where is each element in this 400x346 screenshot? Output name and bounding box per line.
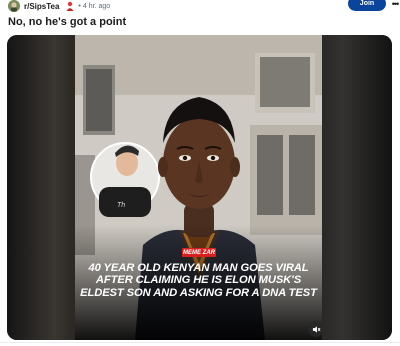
author-avatar-icon[interactable] bbox=[65, 1, 75, 11]
post-media[interactable]: Th MEME ZAR 40 YEAR OLD KENYAN MAN GOES … bbox=[7, 35, 392, 340]
media-blur-left bbox=[7, 35, 75, 340]
post-header: r/SipsTea • 4 hr. ago Join ••• bbox=[8, 0, 399, 12]
more-options-button[interactable]: ••• bbox=[388, 0, 400, 10]
post-image[interactable]: Th MEME ZAR 40 YEAR OLD KENYAN MAN GOES … bbox=[75, 35, 322, 340]
subreddit-name[interactable]: r/SipsTea bbox=[24, 2, 59, 11]
speaker-muted-icon bbox=[312, 325, 320, 333]
post-title[interactable]: No, no he's got a point bbox=[8, 16, 126, 28]
subreddit-avatar-icon bbox=[8, 0, 20, 12]
meme-zar-logo: MEME ZAR bbox=[182, 248, 216, 257]
subreddit-avatar[interactable] bbox=[8, 0, 20, 12]
media-blur-right bbox=[322, 35, 392, 340]
post-divider bbox=[0, 342, 400, 343]
meta-separator: • bbox=[78, 2, 81, 10]
join-button[interactable]: Join bbox=[348, 0, 386, 11]
image-headline: 40 YEAR OLD KENYAN MAN GOES VIRAL AFTER … bbox=[80, 262, 317, 299]
svg-text:Th: Th bbox=[117, 202, 125, 209]
mute-button[interactable] bbox=[308, 321, 324, 337]
post-time: 4 hr. ago bbox=[82, 2, 111, 10]
